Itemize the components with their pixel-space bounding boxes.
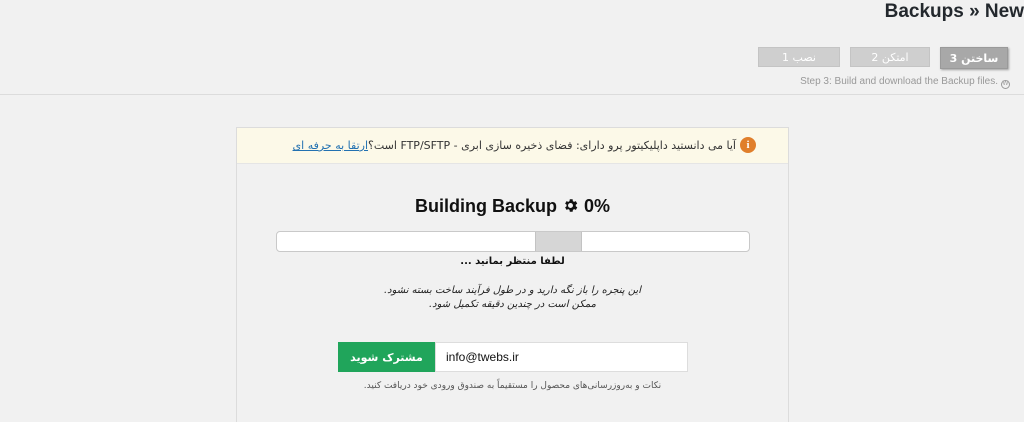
- progress-bar: [276, 231, 750, 252]
- step-hint: Step 3: Build and download the Backup fi…: [800, 76, 1010, 89]
- upgrade-link[interactable]: ارتقا به حرفه ای: [293, 139, 369, 152]
- step-scan[interactable]: 2 امتکن: [850, 47, 930, 67]
- building-title: Building Backup: [414, 196, 557, 216]
- email-input[interactable]: [435, 342, 688, 372]
- step-build[interactable]: 3 ساختن: [940, 47, 1008, 69]
- step-setup[interactable]: 1 نصب: [758, 47, 840, 67]
- pro-notice: i آیا می دانستید داپلیکیتور پرو دارای: ف…: [237, 128, 788, 164]
- progress-percent: 0%: [584, 196, 611, 216]
- header-divider: [0, 94, 1024, 95]
- keep-open-message: این پنجره را باز نگه دارید و در طول فرآی…: [237, 284, 788, 312]
- progress-indicator: [535, 232, 582, 251]
- building-backup-heading: Building Backup 0%: [237, 196, 788, 217]
- gear-icon: [565, 199, 578, 212]
- page-title: Backups » New: [884, 1, 1024, 22]
- step-hint-text: Step 3: Build and download the Backup fi…: [800, 76, 998, 87]
- keep-open-line-1: این پنجره را باز نگه دارید و در طول فرآی…: [384, 285, 641, 296]
- subscribe-form: مشترک شوید: [338, 342, 688, 372]
- notice-message: آیا می دانستید داپلیکیتور پرو دارای: فضا…: [368, 139, 736, 152]
- notice-text: آیا می دانستید داپلیکیتور پرو دارای: فضا…: [293, 139, 736, 152]
- wordpress-icon: W: [1001, 80, 1010, 89]
- backup-panel: i آیا می دانستید داپلیکیتور پرو دارای: ف…: [236, 127, 789, 422]
- tips-text: نکات و به‌روزرسانی‌های محصول را مستقیماً…: [363, 381, 662, 391]
- subscribe-button[interactable]: مشترک شوید: [338, 342, 435, 372]
- wizard-steps: 3 ساختن 2 امتکن 1 نصب: [758, 47, 1008, 69]
- info-icon: i: [740, 137, 756, 153]
- wait-text: لطفا منتظر بمانید ...: [460, 256, 565, 267]
- keep-open-line-2: ممکن است در چندین دقیقه تکمیل شود.: [429, 299, 596, 310]
